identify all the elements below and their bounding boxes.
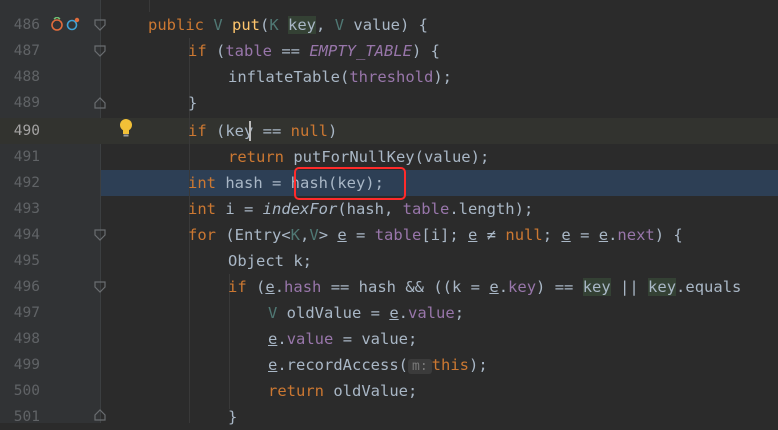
code-line-495[interactable]: Object k; — [228, 248, 312, 274]
fold-arrow-icon[interactable] — [94, 281, 106, 293]
line-number[interactable]: 499 — [0, 352, 40, 378]
debug-marker-icon[interactable] — [66, 17, 80, 31]
fold-end-icon[interactable] — [94, 97, 106, 109]
line-number-current[interactable]: 490 — [0, 118, 40, 144]
parameter-hint: m: — [408, 359, 432, 374]
line-number[interactable]: 494 — [0, 222, 40, 248]
line-number[interactable]: 501 — [0, 404, 40, 430]
indent-guide — [149, 0, 150, 12]
current-line-highlight — [0, 118, 778, 144]
line-number[interactable]: 488 — [0, 64, 40, 90]
intention-bulb-icon[interactable] — [118, 118, 134, 138]
line-number[interactable]: 497 — [0, 300, 40, 326]
code-line-490[interactable]: if (key == null) — [188, 118, 337, 144]
fold-arrow-icon[interactable] — [94, 19, 106, 31]
line-number[interactable]: 495 — [0, 248, 40, 274]
override-implementation-icon[interactable] — [50, 17, 64, 31]
gutter-separator — [100, 0, 101, 423]
line-number[interactable]: 489 — [0, 90, 40, 116]
line-number[interactable]: 500 — [0, 378, 40, 404]
code-line-487[interactable]: if (table == EMPTY_TABLE) { — [188, 38, 440, 64]
fold-arrow-icon[interactable] — [94, 229, 106, 241]
code-line-488[interactable]: inflateTable(threshold); — [228, 64, 452, 90]
code-line-496[interactable]: if (e.hash == hash && ((k = e.key) == ke… — [228, 274, 741, 300]
code-line-489[interactable]: } — [188, 90, 197, 116]
fold-end-icon[interactable] — [94, 409, 106, 421]
line-number[interactable]: 487 — [0, 38, 40, 64]
code-line-493[interactable]: int i = indexFor(hash, table.length); — [188, 196, 533, 222]
code-line-494[interactable]: for (Entry<K,V> e = table[i]; e ≠ null; … — [188, 222, 683, 248]
line-number[interactable]: 496 — [0, 274, 40, 300]
line-number[interactable]: 486 — [0, 12, 40, 38]
code-line-498[interactable]: e.value = value; — [268, 326, 417, 352]
code-line-499[interactable]: e.recordAccess(m: this); — [268, 352, 488, 380]
code-line-486[interactable]: public V put(K key, V value) { — [148, 12, 428, 38]
text-caret — [249, 121, 251, 141]
line-number[interactable]: 493 — [0, 196, 40, 222]
code-line-500[interactable]: return oldValue; — [268, 378, 417, 404]
code-line-501[interactable]: } — [228, 404, 237, 430]
fold-arrow-icon[interactable] — [94, 45, 106, 57]
line-number[interactable]: 492 — [0, 170, 40, 196]
line-number[interactable]: 491 — [0, 144, 40, 170]
code-line-497[interactable]: V oldValue = e.value; — [268, 300, 464, 326]
line-number[interactable]: 498 — [0, 326, 40, 352]
